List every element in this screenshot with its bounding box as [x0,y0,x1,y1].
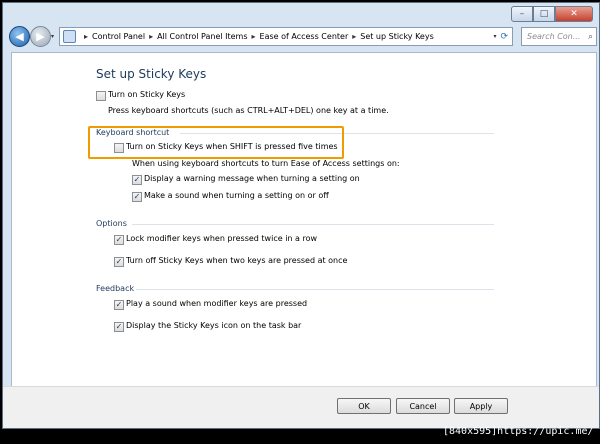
breadcrumb-all-items[interactable]: All Control Panel Items [157,32,247,41]
turn-off-two-keys-checkbox[interactable]: ✓ [114,257,124,267]
minimize-button[interactable]: – [511,6,533,22]
shift-five-times-checkbox[interactable] [114,143,124,153]
forward-arrow-icon: ▶ [36,30,45,43]
lock-modifier-checkbox[interactable]: ✓ [114,235,124,245]
feedback-heading: Feedback [96,284,135,293]
turn-off-two-keys-label[interactable]: Turn off Sticky Keys when two keys are p… [126,256,347,265]
explorer-window: – □ ✕ ◀ ▶ ▾ ▸ Control Panel ▸ All Contro… [2,2,600,429]
maximize-button[interactable]: □ [533,6,555,22]
breadcrumb-separator-icon[interactable]: ▸ [84,32,88,41]
close-button[interactable]: ✕ [555,6,593,22]
back-button[interactable]: ◀ [9,26,30,47]
shift-five-times-label[interactable]: Turn on Sticky Keys when SHIFT is presse… [126,142,338,151]
play-sound-label[interactable]: Play a sound when modifier keys are pres… [126,299,307,308]
recent-pages-dropdown-icon[interactable]: ▾ [51,33,54,40]
shortcut-note: When using keyboard shortcuts to turn Ea… [132,159,400,168]
make-sound-checkbox[interactable]: ✓ [132,192,142,202]
refresh-icon[interactable]: ⟳ [500,32,508,42]
control-panel-icon [63,30,76,43]
turn-on-sticky-keys-checkbox[interactable] [96,91,106,101]
address-dropdown-icon[interactable]: ▾ [493,33,496,40]
apply-button[interactable]: Apply [454,398,508,414]
breadcrumb-ease-of-access[interactable]: Ease of Access Center [260,32,349,41]
forward-button[interactable]: ▶ [30,26,51,47]
dialog-button-bar: OK Cancel Apply [3,386,599,428]
breadcrumb-separator-icon[interactable]: ▸ [352,32,356,41]
image-host-caption: [840x595]https://upic.me/ [443,426,594,437]
feedback-divider [136,289,494,290]
page-title: Set up Sticky Keys [96,67,207,81]
navigation-bar: ◀ ▶ ▾ ▸ Control Panel ▸ All Control Pane… [3,23,599,49]
back-arrow-icon: ◀ [15,30,24,43]
settings-panel: Set up Sticky Keys Turn on Sticky Keys P… [11,52,597,387]
breadcrumb-sticky-keys[interactable]: Set up Sticky Keys [360,32,434,41]
make-sound-label[interactable]: Make a sound when turning a setting on o… [144,191,329,200]
breadcrumb-separator-icon[interactable]: ▸ [252,32,256,41]
search-icon[interactable]: ⌕ [588,32,593,42]
breadcrumb-control-panel[interactable]: Control Panel [92,32,145,41]
ok-button[interactable]: OK [337,398,391,414]
turn-on-description: Press keyboard shortcuts (such as CTRL+A… [108,106,389,115]
search-input[interactable]: Search Con... [522,32,588,41]
lock-modifier-label[interactable]: Lock modifier keys when pressed twice in… [126,234,317,243]
breadcrumb-separator-icon[interactable]: ▸ [149,32,153,41]
caption-buttons: – □ ✕ [511,6,593,22]
cancel-button[interactable]: Cancel [396,398,450,414]
display-icon-label[interactable]: Display the Sticky Keys icon on the task… [126,321,301,330]
search-box[interactable]: Search Con... ⌕ [521,27,597,46]
play-sound-checkbox[interactable]: ✓ [114,300,124,310]
turn-on-sticky-keys-label[interactable]: Turn on Sticky Keys [108,90,185,99]
display-icon-checkbox[interactable]: ✓ [114,322,124,332]
address-bar[interactable]: ▸ Control Panel ▸ All Control Panel Item… [59,27,513,46]
options-heading: Options [96,219,127,228]
display-warning-label[interactable]: Display a warning message when turning a… [144,174,360,183]
options-divider [132,224,494,225]
display-warning-checkbox[interactable]: ✓ [132,175,142,185]
